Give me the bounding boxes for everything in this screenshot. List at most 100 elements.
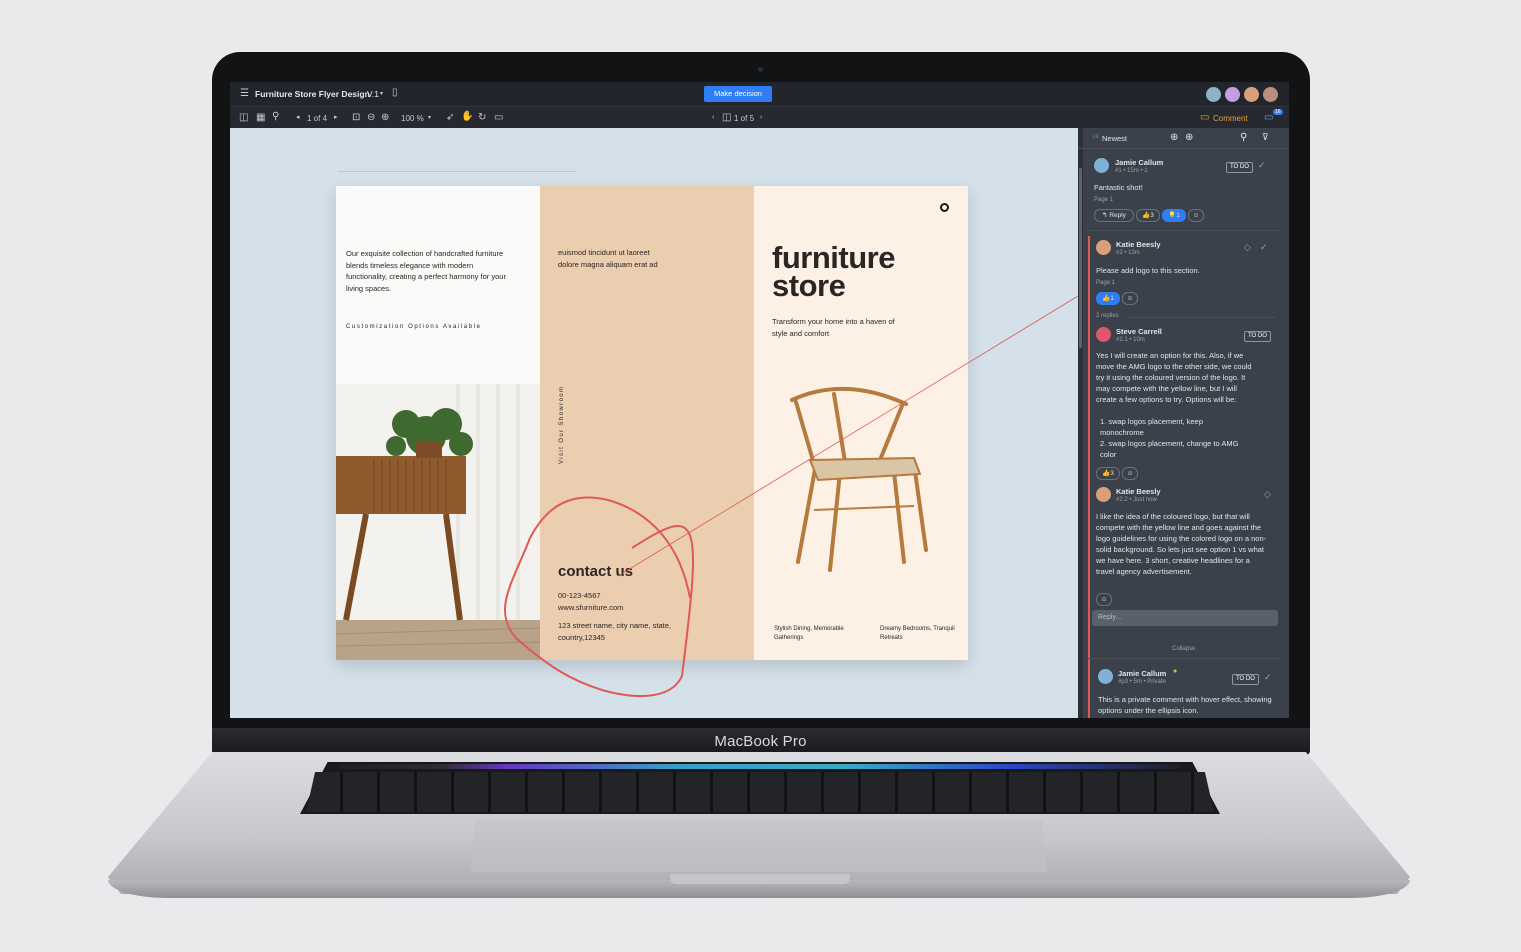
- comment-meta: #2.1 • 10m: [1116, 337, 1145, 343]
- status-badge[interactable]: TO DO: [1244, 331, 1271, 342]
- doc-title[interactable]: Furniture Store Flyer Design: [255, 89, 370, 99]
- comment-icon[interactable]: ▭: [1200, 113, 1209, 123]
- like-count[interactable]: 👍1: [1096, 292, 1120, 305]
- next-frame-icon[interactable]: ›: [760, 113, 762, 123]
- zoom-level[interactable]: 100 %: [401, 114, 424, 123]
- avatar: [1094, 158, 1109, 173]
- comment-text: This is a private comment with hover eff…: [1098, 695, 1272, 715]
- reply-input[interactable]: Reply...: [1092, 610, 1278, 626]
- avatar: [1096, 240, 1111, 255]
- comment-author: Katie Beesly: [1116, 487, 1161, 496]
- camera: [758, 67, 763, 72]
- make-decision-button[interactable]: Make decision: [704, 86, 772, 102]
- comment-author: Jamie Callum: [1118, 669, 1167, 678]
- design-canvas[interactable]: Our exquisite collection of handcrafted …: [230, 128, 1078, 718]
- like-count[interactable]: 👍3: [1136, 209, 1160, 222]
- status-badge[interactable]: TO DO: [1232, 674, 1259, 685]
- collapse-button[interactable]: Collapse: [1172, 646, 1195, 652]
- sort-label[interactable]: Newest: [1102, 134, 1127, 143]
- add-reaction-icon[interactable]: ☺: [1188, 209, 1204, 222]
- search-icon[interactable]: ⚲: [272, 112, 279, 122]
- prev-frame-icon[interactable]: ‹: [712, 113, 714, 123]
- resolve-icon[interactable]: ✓: [1260, 242, 1268, 253]
- status-badge[interactable]: TO DO: [1226, 162, 1253, 173]
- selected-thread-bar: [1088, 236, 1090, 718]
- sort-icon[interactable]: ↓≡: [1092, 134, 1099, 140]
- panel-toggle-icon[interactable]: ▭: [1264, 113, 1273, 123]
- chevron-down-icon[interactable]: ▾: [428, 113, 431, 123]
- reply-button[interactable]: ↰ Reply: [1094, 209, 1134, 222]
- avatar: [1096, 327, 1111, 342]
- rotate-icon[interactable]: ↻: [478, 113, 486, 123]
- next-page-icon[interactable]: ▸: [334, 113, 338, 123]
- panel-header: ↓≡ Newest ⊕ ⊕ ⚲ ⊽: [1078, 128, 1289, 149]
- rectangle-icon[interactable]: ▭: [494, 113, 503, 123]
- comment-meta: #1 • 15m • 1: [1115, 168, 1148, 174]
- comment-meta: #p3 • 5m • Private: [1118, 679, 1166, 685]
- avatar: [1098, 669, 1113, 684]
- divider: [1126, 317, 1276, 318]
- menu-icon[interactable]: ☰: [240, 89, 249, 99]
- comment-meta: #2 • 13m: [1116, 250, 1140, 256]
- add-reaction-icon[interactable]: ☺: [1122, 467, 1138, 480]
- fit-icon[interactable]: ⊡: [352, 113, 360, 123]
- like-count[interactable]: 👍3: [1096, 467, 1120, 480]
- comments-panel: ↓≡ Newest ⊕ ⊕ ⚲ ⊽ Jamie Callum #1 • 15m …: [1078, 128, 1289, 718]
- resolve-icon[interactable]: ✓: [1264, 672, 1272, 683]
- page-indicator: 1 of 4: [307, 114, 328, 123]
- comment-text: Please add logo to this section.: [1096, 266, 1200, 275]
- prev-page-icon[interactable]: ◂: [296, 113, 300, 123]
- replies-count[interactable]: 2 replies: [1096, 313, 1119, 319]
- lid-notch: [670, 874, 850, 884]
- comment-button[interactable]: Comment: [1213, 114, 1248, 123]
- resolve-icon[interactable]: ✓: [1258, 160, 1266, 171]
- tag-icon[interactable]: ◇: [1244, 242, 1251, 253]
- comment-author: Katie Beesly: [1116, 240, 1161, 249]
- comment-author: Jamie Callum: [1115, 158, 1164, 167]
- comment-text: Fantastic shot!: [1094, 183, 1143, 192]
- page-link[interactable]: Page 1: [1094, 197, 1113, 203]
- zoom-out-icon[interactable]: ⊖: [367, 113, 375, 123]
- reply-placeholder: Reply...: [1098, 614, 1122, 621]
- avatar[interactable]: [1224, 86, 1241, 103]
- add-reaction-icon[interactable]: ☺: [1096, 593, 1112, 606]
- comment-meta: #2.2 • Just now: [1116, 497, 1157, 503]
- search-icon[interactable]: ⚲: [1240, 132, 1247, 143]
- hand-icon[interactable]: ✋: [461, 112, 473, 122]
- book-icon[interactable]: ▯: [392, 88, 398, 98]
- version-label[interactable]: V.1: [367, 89, 379, 99]
- trackpad: [470, 820, 1048, 872]
- app-header: ☰ Furniture Store Flyer Design V.1 ▾ ▯ M…: [230, 82, 1289, 106]
- bulb-count[interactable]: 💡1: [1162, 209, 1186, 222]
- comment-text: Yes I will create an option for this. Al…: [1096, 351, 1252, 404]
- avatar[interactable]: [1205, 86, 1222, 103]
- pointer-icon[interactable]: ➶: [446, 113, 454, 123]
- avatar[interactable]: [1243, 86, 1260, 103]
- add-icon[interactable]: ⊕: [1170, 132, 1178, 143]
- add-reaction-icon[interactable]: ☺: [1122, 292, 1138, 305]
- divider: [1086, 230, 1282, 231]
- panel-scroll-thumb[interactable]: [1079, 168, 1082, 348]
- filter-icon[interactable]: ⊽: [1262, 132, 1269, 143]
- list-item: 2. swap logos placement, change to AMG c…: [1100, 439, 1239, 459]
- grid-icon[interactable]: ▦: [256, 113, 265, 123]
- comment-text: I like the idea of the coloured logo, bu…: [1096, 512, 1267, 576]
- list-item: 1. swap logos placement, keep monochrome: [1100, 417, 1203, 437]
- sidebar-toggle-icon[interactable]: ◫: [239, 113, 248, 123]
- frame-indicator: 1 of 5: [734, 114, 755, 123]
- add-comment-icon[interactable]: ⊕: [1185, 132, 1193, 143]
- comment-author: Steve Carrell: [1116, 327, 1162, 336]
- frame-icon: ◫: [722, 112, 732, 123]
- brand-label: MacBook Pro: [714, 733, 807, 750]
- annotation-overlay[interactable]: [230, 128, 1078, 718]
- chevron-down-icon[interactable]: ▾: [380, 89, 383, 99]
- avatar: [1096, 487, 1111, 502]
- toolbar: ◫ ▦ ⚲ ◂ 1 of 4 ▸ ⊡ ⊖ ⊕ 100 % ▾ ➶ ✋ ↻ ▭ ‹…: [230, 106, 1289, 129]
- page-link[interactable]: Page 1: [1096, 280, 1115, 286]
- zoom-in-icon[interactable]: ⊕: [381, 113, 389, 123]
- avatar[interactable]: [1262, 86, 1279, 103]
- tag-icon[interactable]: ◇: [1264, 489, 1271, 500]
- divider: [1086, 658, 1282, 659]
- unread-dot-icon: ●: [1173, 668, 1178, 675]
- annotation-circle[interactable]: [504, 496, 694, 698]
